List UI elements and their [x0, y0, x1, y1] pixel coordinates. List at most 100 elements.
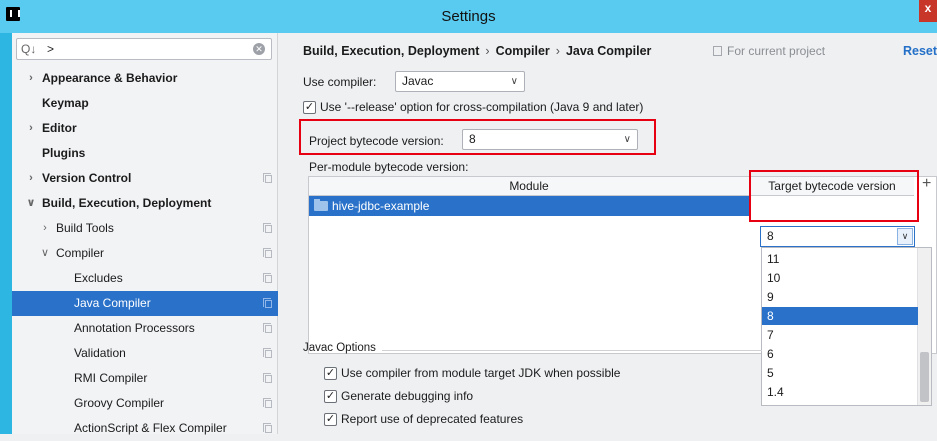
sidebar-item-label: Build, Execution, Deployment	[42, 196, 212, 210]
chevron-right-icon[interactable]: ›	[26, 166, 36, 191]
compiler-select-value: Javac	[402, 74, 434, 88]
chevron-down-icon[interactable]: ∨	[26, 191, 36, 216]
sidebar-item-label: Excludes	[74, 271, 123, 285]
sidebar-item-label: Build Tools	[56, 221, 114, 235]
project-scope-icon	[713, 46, 722, 56]
sidebar-item-label: RMI Compiler	[74, 371, 148, 385]
search-box[interactable]: Q↓ ✕	[16, 38, 272, 60]
project-scope-icon	[263, 423, 272, 433]
table-row[interactable]: hive-jdbc-example	[309, 196, 750, 216]
breadcrumb: Build, Execution, Deployment › Compiler › Ja…	[303, 44, 651, 58]
sidebar-item-label: Validation	[74, 346, 126, 360]
project-scope-icon	[263, 248, 272, 258]
highlight-box-project-bytecode	[299, 119, 656, 155]
chevron-right-icon[interactable]: ›	[26, 116, 36, 141]
window-title: Settings	[441, 8, 496, 25]
sidebar-item-actionscript-flex-compiler[interactable]: ActionScript & Flex Compiler	[12, 416, 278, 441]
sidebar-item-label: Editor	[42, 121, 77, 135]
module-folder-icon	[314, 199, 328, 211]
debugging-info-checkbox[interactable]: ✓	[324, 390, 337, 403]
project-scope-icon	[263, 223, 272, 233]
compiler-select[interactable]: Javac ∨	[395, 71, 525, 92]
scope-label: For current project	[727, 44, 826, 58]
sidebar-item-label: Plugins	[42, 146, 86, 160]
breadcrumb-separator: ›	[485, 44, 490, 58]
sidebar-item-label: ActionScript & Flex Compiler	[74, 421, 227, 435]
deprecated-features-checkbox[interactable]: ✓	[324, 413, 337, 426]
sidebar-item-keymap[interactable]: Keymap	[12, 91, 278, 116]
sidebar-item-label: Appearance & Behavior	[42, 71, 178, 85]
project-scope-icon	[263, 373, 272, 383]
breadcrumb-java-compiler: Java Compiler	[565, 44, 652, 58]
dropdown-option[interactable]: 9	[762, 288, 918, 306]
sidebar-item-appearance-behavior[interactable]: › Appearance & Behavior	[12, 66, 278, 91]
sidebar-item-editor[interactable]: › Editor	[12, 116, 278, 141]
title-bar[interactable]: Settings x	[0, 0, 937, 33]
column-header-module[interactable]: Module	[309, 177, 750, 196]
settings-sidebar: Q↓ ✕ › Appearance & Behavior Keymap › Editor…	[12, 33, 278, 435]
dropdown-option[interactable]: 10	[762, 269, 918, 287]
module-target-jdk-checkbox[interactable]: ✓	[324, 367, 337, 380]
target-bytecode-combo[interactable]: 8 ∨	[760, 226, 915, 247]
breadcrumb-build-execution-deployment[interactable]: Build, Execution, Deployment	[303, 44, 479, 58]
project-scope-icon	[263, 298, 272, 308]
breadcrumb-separator: ›	[555, 44, 560, 58]
sidebar-item-label: Java Compiler	[74, 296, 151, 310]
debugging-info-label: Generate debugging info	[341, 389, 474, 403]
sidebar-item-build-execution-deployment[interactable]: ∨ Build, Execution, Deployment	[12, 191, 278, 216]
target-bytecode-value: 8	[767, 229, 774, 243]
dropdown-option[interactable]: 1.4	[762, 383, 918, 401]
dropdown-option[interactable]: 11	[762, 250, 918, 268]
deprecated-features-label: Report use of deprecated features	[341, 412, 524, 426]
dropdown-scroll-thumb[interactable]	[920, 352, 929, 402]
sidebar-item-version-control[interactable]: › Version Control	[12, 166, 278, 191]
close-button[interactable]: x	[919, 0, 937, 22]
sidebar-item-compiler[interactable]: ∨ Compiler	[12, 241, 278, 266]
sidebar-item-build-tools[interactable]: › Build Tools	[12, 216, 278, 241]
javac-options-title: Javac Options	[303, 342, 376, 354]
project-scope-icon	[263, 348, 272, 358]
sidebar-item-label: Keymap	[42, 96, 89, 110]
chevron-down-icon[interactable]: ∨	[897, 228, 913, 245]
scope-indicator: For current project	[713, 44, 825, 58]
dropdown-option[interactable]: 5	[762, 364, 918, 382]
dropdown-scrollbar[interactable]	[917, 248, 931, 405]
dropdown-option[interactable]: 7	[762, 326, 918, 344]
sidebar-item-annotation-processors[interactable]: Annotation Processors	[12, 316, 278, 341]
search-icon[interactable]: Q↓	[21, 42, 36, 56]
sidebar-item-excludes[interactable]: Excludes	[12, 266, 278, 291]
module-name: hive-jdbc-example	[332, 199, 430, 213]
chevron-right-icon[interactable]: ›	[40, 216, 50, 241]
settings-content: Build, Execution, Deployment › Compiler › Ja…	[279, 33, 937, 434]
add-module-button[interactable]: +	[922, 175, 931, 193]
breadcrumb-compiler[interactable]: Compiler	[496, 44, 550, 58]
search-input[interactable]	[47, 42, 237, 56]
module-target-jdk-label: Use compiler from module target JDK when…	[341, 366, 621, 380]
settings-tree: › Appearance & Behavior Keymap › Editor Plugi…	[12, 66, 278, 441]
sidebar-item-groovy-compiler[interactable]: Groovy Compiler	[12, 391, 278, 416]
dropdown-option[interactable]: 8	[762, 307, 918, 325]
per-module-bytecode-label: Per-module bytecode version:	[309, 160, 469, 174]
clear-search-icon[interactable]: ✕	[253, 43, 265, 55]
window-left-border	[0, 0, 12, 434]
release-option-checkbox[interactable]: ✓	[303, 101, 316, 114]
reset-link[interactable]: Reset	[903, 44, 937, 58]
project-scope-icon	[263, 173, 272, 183]
dropdown-option[interactable]: 6	[762, 345, 918, 363]
sidebar-item-plugins[interactable]: Plugins	[12, 141, 278, 166]
sidebar-item-label: Annotation Processors	[74, 321, 195, 335]
section-divider	[382, 350, 762, 351]
sidebar-item-label: Version Control	[42, 171, 132, 185]
target-bytecode-dropdown[interactable]: 11 10 9 8 7 6 5 1.4	[761, 247, 932, 406]
sidebar-item-label: Groovy Compiler	[74, 396, 165, 410]
chevron-down-icon: ∨	[510, 76, 518, 87]
project-scope-icon	[263, 398, 272, 408]
chevron-down-icon[interactable]: ∨	[40, 241, 50, 266]
sidebar-item-rmi-compiler[interactable]: RMI Compiler	[12, 366, 278, 391]
use-compiler-label: Use compiler:	[303, 75, 377, 89]
highlight-box-target-bytecode	[749, 170, 919, 222]
sidebar-item-validation[interactable]: Validation	[12, 341, 278, 366]
chevron-right-icon[interactable]: ›	[26, 66, 36, 91]
sidebar-item-java-compiler[interactable]: Java Compiler	[12, 291, 278, 316]
project-scope-icon	[263, 323, 272, 333]
